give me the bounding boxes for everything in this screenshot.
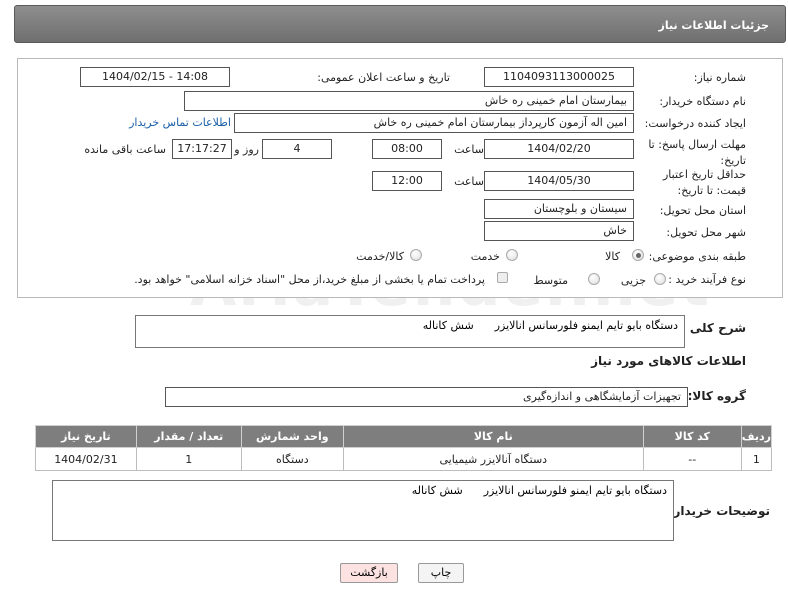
price-validity-time-field[interactable]: 12:00 [372, 171, 442, 191]
col-header-row-number: ردیف [740, 425, 773, 448]
remaining-time-field[interactable]: 17:17:27 [172, 139, 232, 159]
category-radio-service[interactable] [506, 249, 518, 261]
reply-time-field[interactable]: 08:00 [372, 139, 442, 159]
cell-item-code: -- [642, 447, 742, 471]
treasury-payment-checkbox[interactable] [497, 272, 508, 283]
col-header-need-date: تاریخ نیاز [35, 425, 137, 448]
goods-table: ردیف کد کالا نام کالا واحد شمارش تعداد /… [35, 425, 773, 471]
city-label: شهر محل تحویل: [666, 226, 746, 239]
cell-row-number: 1 [740, 447, 773, 471]
cell-unit: دستگاه [240, 447, 344, 471]
table-row[interactable]: 1 -- دستگاه آنالایزر شیمیایی دستگاه 1 14… [35, 447, 773, 471]
goods-section-title: اطلاعات کالاهای مورد نیاز [591, 354, 746, 368]
province-field[interactable]: سیستان و بلوچستان [484, 199, 634, 219]
price-validity-date-field[interactable]: 1404/05/30 [484, 171, 634, 191]
reply-date-field[interactable]: 1404/02/20 [484, 139, 634, 159]
category-label: طبقه بندی موضوعی: [648, 250, 746, 263]
category-radio-goods[interactable] [632, 249, 644, 261]
requester-field[interactable]: امین اله آزمون کارپرداز بیمارستان امام خ… [234, 113, 634, 133]
need-number-label: شماره نیاز: [693, 71, 746, 84]
province-label: استان محل تحویل: [659, 204, 746, 217]
page-title: جزئیات اطلاعات نیاز [658, 19, 770, 32]
process-option-medium: متوسط [533, 274, 568, 287]
goods-group-label: گروه کالا: [687, 389, 746, 403]
process-type-label: نوع فرآیند خرید : [668, 273, 746, 286]
process-option-minor: جزیی [620, 274, 646, 287]
category-option-goods: کالا [605, 250, 620, 263]
col-header-item-name: نام کالا [342, 425, 644, 448]
buyer-org-label: نام دستگاه خریدار: [659, 95, 746, 108]
goods-group-field[interactable]: تجهیزات آزمایشگاهی و اندازه‌گیری [165, 387, 688, 407]
col-header-quantity: تعداد / مقدار [135, 425, 242, 448]
cell-need-date: 1404/02/31 [35, 447, 137, 471]
buyer-notes-textarea[interactable]: دستگاه بایو تایم ایمنو فلورسانس انالایزر… [52, 480, 674, 541]
table-header-row: ردیف کد کالا نام کالا واحد شمارش تعداد /… [35, 425, 773, 448]
days-label: روز و [234, 143, 259, 156]
summary-textarea[interactable]: دستگاه بایو تایم ایمنو فلورسانس انالایزر… [135, 315, 685, 348]
buyer-notes-label: توضیحات خریدار: [668, 504, 770, 518]
reply-deadline-label: مهلت ارسال پاسخ: تا تاریخ: [648, 138, 746, 167]
back-button[interactable]: بازگشت [340, 563, 398, 583]
col-header-item-code: کد کالا [642, 425, 742, 448]
days-remaining-field[interactable]: 4 [262, 139, 332, 159]
need-number-field[interactable]: 1104093113000025 [484, 67, 634, 87]
reply-time-label: ساعت [454, 143, 484, 156]
category-option-service: خدمت [470, 250, 500, 263]
announce-datetime-field[interactable]: 1404/02/15 - 14:08 [80, 67, 230, 87]
process-radio-medium[interactable] [588, 273, 600, 285]
print-button[interactable]: چاپ [418, 563, 464, 583]
cell-quantity: 1 [135, 447, 242, 471]
remaining-time-label: ساعت باقی مانده [84, 143, 166, 156]
buyer-contact-link[interactable]: اطلاعات تماس خریدار [129, 116, 231, 129]
category-option-goods-service: کالا/خدمت [356, 250, 404, 263]
requester-label: ایجاد کننده درخواست: [644, 117, 746, 130]
announce-datetime-label: تاریخ و ساعت اعلان عمومی: [317, 71, 450, 84]
price-validity-time-label: ساعت [454, 175, 484, 188]
city-field[interactable]: خاش [484, 221, 634, 241]
treasury-payment-note: پرداخت تمام یا بخشی از مبلغ خرید،از محل … [134, 273, 485, 286]
process-radio-minor[interactable] [654, 273, 666, 285]
category-radio-goods-service[interactable] [410, 249, 422, 261]
buyer-org-field[interactable]: بیمارستان امام خمینی ره خاش [184, 91, 634, 111]
price-validity-label: حداقل تاریخ اعتبار قیمت: تا تاریخ: [662, 168, 746, 197]
col-header-unit: واحد شمارش [240, 425, 344, 448]
page-title-bar: جزئیات اطلاعات نیاز [14, 5, 786, 43]
cell-item-name: دستگاه آنالایزر شیمیایی [342, 447, 644, 471]
